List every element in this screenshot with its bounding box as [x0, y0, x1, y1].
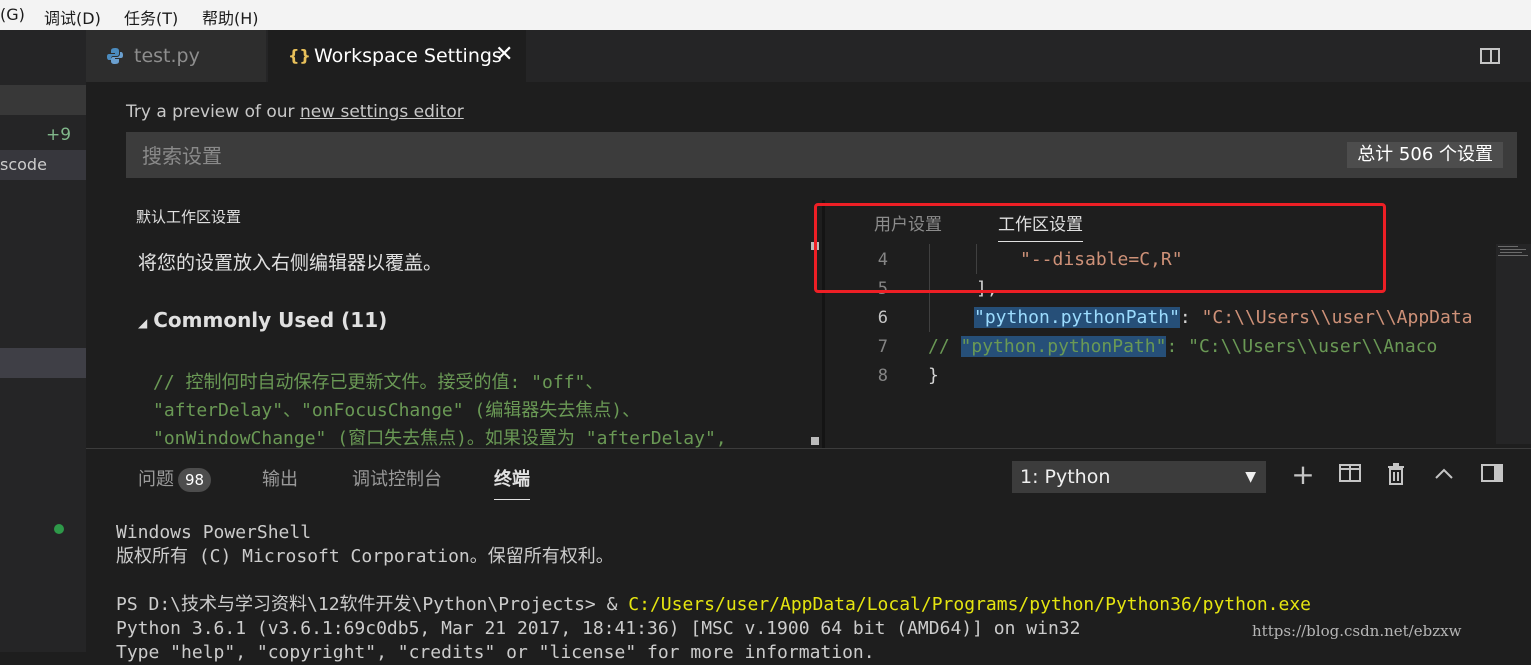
minimap-line — [1498, 255, 1528, 256]
menu-go[interactable]: (G) — [0, 5, 25, 24]
sidebar-header[interactable] — [0, 85, 86, 115]
preview-prefix: Try a preview of our — [126, 102, 300, 122]
scroll-marker — [811, 437, 819, 445]
sidebar-item-vscode[interactable]: scode — [0, 150, 86, 180]
json-key: "python.pythonPath" — [974, 307, 1180, 328]
plus-icon[interactable]: + — [1291, 461, 1315, 489]
json-value: "C:\\Users\\user\\AppData — [1201, 307, 1473, 328]
minimap-line — [1498, 246, 1518, 247]
tab-workspace-settings[interactable]: {} Workspace Settings ✕ — [268, 30, 526, 82]
terminal-prompt: PS D:\技术与学习资料\12软件开发\Python\Projects> & — [116, 594, 629, 615]
new-settings-editor-link[interactable]: new settings editor — [300, 102, 464, 122]
terminal-select-value: 1: Python — [1020, 466, 1111, 488]
default-settings-title: 默认工作区设置 — [136, 208, 242, 226]
code-line-python-path: "python.pythonPath": "C:\\Users\\user\\A… — [974, 307, 1473, 328]
split-terminal-icon[interactable] — [1338, 463, 1362, 487]
terminal-output[interactable]: Windows PowerShell 版权所有 (C) Microsoft Co… — [116, 521, 1516, 665]
settings-search-input[interactable] — [140, 140, 1294, 172]
sidebar: +9 scode — [0, 30, 86, 652]
panel-tab-label: 问题 — [138, 469, 174, 490]
close-panel-icon[interactable] — [1480, 463, 1504, 487]
panel-tab-debug-console[interactable]: 调试控制台 — [352, 465, 442, 491]
minimap-line — [1500, 252, 1522, 253]
terminal-line: PS D:\技术与学习资料\12软件开发\Python\Projects> & … — [116, 593, 1516, 617]
terminal-select-dropdown[interactable]: 1: Python ▼ — [1012, 461, 1266, 493]
terminal-line: Windows PowerShell — [116, 522, 312, 543]
section-title: Commonly Used (11) — [153, 308, 388, 332]
comment-line: // 控制何时自动保存已更新文件。接受的值: "off"、 — [153, 372, 604, 393]
highlight-annotation-box — [814, 203, 1386, 293]
watermark: https://blog.csdn.net/ebzxw — [1252, 622, 1462, 640]
comment-line: "onWindowChange" (窗口失去焦点)。如果设置为 "afterDe… — [153, 428, 727, 448]
code-line-commented: // "python.pythonPath": "C:\\Users\\user… — [928, 336, 1437, 357]
minimap[interactable] — [1496, 244, 1531, 444]
tab-label: Workspace Settings — [314, 45, 502, 67]
panel-tab-terminal[interactable]: 终端 — [494, 465, 530, 500]
sidebar-item-label: scode — [0, 155, 47, 174]
default-settings-pane: 默认工作区设置 将您的设置放入右侧编辑器以覆盖。 ◢ Commonly Used … — [126, 192, 816, 448]
problems-count-badge: 98 — [178, 468, 212, 492]
line-number: 6 — [877, 308, 888, 328]
override-hint: 将您的设置放入右侧编辑器以覆盖。 — [138, 252, 443, 274]
settings-search-box: 总计 506 个设置 — [126, 132, 1517, 178]
panel-tab-output[interactable]: 输出 — [262, 465, 298, 491]
json-braces-icon: {} — [288, 46, 311, 65]
terminal-line: 版权所有 (C) Microsoft Corporation。保留所有权利。 — [116, 546, 614, 567]
menu-tasks[interactable]: 任务(T) — [124, 5, 178, 29]
json-colon: : — [1179, 307, 1202, 328]
editor-tab-bar: test.py {} Workspace Settings ✕ — [86, 30, 1531, 82]
python-file-icon — [107, 48, 123, 64]
tab-test-py[interactable]: test.py — [86, 30, 266, 82]
json-colon: : — [1166, 336, 1189, 357]
json-key-commented: "python.pythonPath" — [960, 336, 1167, 357]
comment-line: "afterDelay"、"onFocusChange" (编辑器失去焦点)、 — [153, 400, 641, 421]
close-icon[interactable]: ✕ — [495, 42, 513, 67]
menu-bar: (G) 调试(D) 任务(T) 帮助(H) — [0, 0, 1531, 30]
menu-debug[interactable]: 调试(D) — [44, 5, 101, 29]
collapse-triangle-icon: ◢ — [138, 316, 148, 330]
sidebar-item-selected[interactable] — [0, 348, 86, 378]
chevron-up-icon[interactable] — [1432, 463, 1456, 487]
line-number: 7 — [877, 337, 888, 357]
comment-marker: // — [928, 336, 950, 357]
line-number: 8 — [877, 366, 888, 386]
settings-count-badge: 总计 506 个设置 — [1347, 142, 1503, 168]
code-brace: } — [928, 365, 939, 386]
split-editor-icon[interactable] — [1480, 48, 1500, 64]
preview-notice: Try a preview of our new settings editor — [126, 102, 464, 122]
menu-help[interactable]: 帮助(H) — [202, 5, 259, 29]
status-dot-icon — [54, 524, 64, 534]
minimap-line — [1500, 249, 1526, 250]
panel-tab-problems[interactable]: 问题 98 — [138, 465, 212, 492]
chevron-down-icon: ▼ — [1245, 469, 1256, 485]
tab-label: test.py — [134, 45, 200, 67]
trash-icon[interactable] — [1384, 463, 1408, 487]
terminal-line: Type "help", "copyright", "credits" or "… — [116, 642, 875, 663]
section-commonly-used[interactable]: ◢ Commonly Used (11) — [138, 308, 387, 332]
changes-badge: +9 — [46, 125, 72, 145]
json-value-commented: "C:\\Users\\user\\Anaco — [1188, 336, 1438, 357]
terminal-command-path: C:/Users/user/AppData/Local/Programs/pyt… — [628, 594, 1312, 615]
